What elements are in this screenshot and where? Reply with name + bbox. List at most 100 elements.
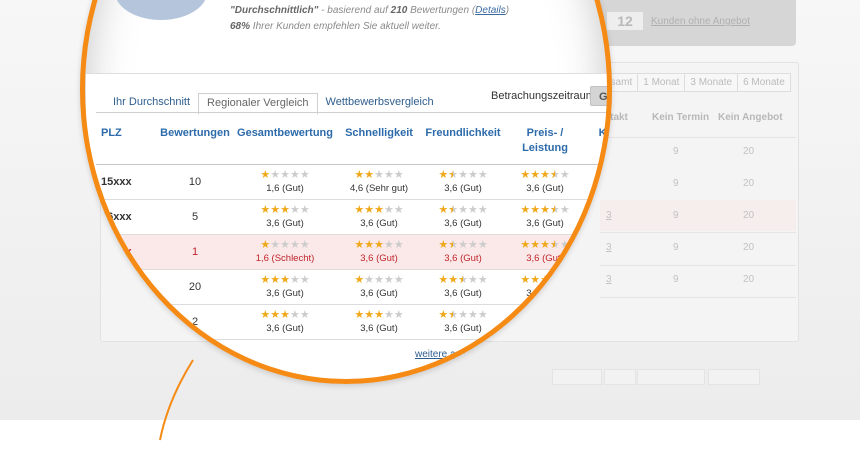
star-icon: ★ xyxy=(467,204,478,216)
star-icon: ★ xyxy=(559,169,570,181)
star-icon: ★ xyxy=(477,169,488,181)
tab-own-average[interactable]: Ihr Durchschnitt xyxy=(105,93,198,113)
rating-summary: "Durchschnittlich" - basierend auf 210 B… xyxy=(230,3,509,35)
period-select-total[interactable]: G xyxy=(590,86,612,106)
star-rating-icon: ★★★★★★ xyxy=(422,309,504,321)
no-contact-cell xyxy=(586,305,612,340)
friendliness-rating-cell: ★★★★★★ 3,6 (Gut) xyxy=(422,270,504,305)
star-icon: ★ xyxy=(364,204,375,216)
star-icon: ★ xyxy=(458,309,468,321)
star-icon: ★ xyxy=(438,239,449,251)
show-more-link[interactable]: weitere anzeigen xyxy=(415,349,491,360)
rating-text: 3,6 (Gut) xyxy=(360,323,398,334)
star-icon: ★ xyxy=(364,309,375,321)
star-icon: ★ xyxy=(354,309,365,321)
review-count-cell: 2 xyxy=(191,316,199,328)
star-icon: ★ xyxy=(540,169,550,181)
star-rating-icon: ★★★★★ xyxy=(234,204,336,216)
col-header-plz[interactable]: PLZ xyxy=(96,120,156,165)
star-icon: ★ xyxy=(467,239,478,251)
star-icon: ★ xyxy=(289,309,300,321)
details-link[interactable]: Details xyxy=(475,5,506,16)
star-icon: ★★ xyxy=(448,204,459,216)
rating-text: 3,6 (Gut) xyxy=(526,323,564,334)
rating-text: 3,6 (Gut) xyxy=(444,253,482,264)
star-icon: ★ xyxy=(364,274,375,286)
star-icon: ★ xyxy=(520,239,531,251)
star-icon: ★ xyxy=(477,274,488,286)
star-rating-icon: ★★★★★ xyxy=(336,204,422,216)
star-icon: ★ xyxy=(393,239,404,251)
no-contact-cell xyxy=(586,270,612,305)
rating-text: 3,6 (Gut) xyxy=(444,288,482,299)
star-icon: ★ xyxy=(270,274,281,286)
star-icon: ★ xyxy=(393,169,404,181)
star-icon: ★★ xyxy=(549,204,560,216)
star-icon: ★ xyxy=(374,204,384,216)
star-icon: ★ xyxy=(383,309,394,321)
col-header-overall[interactable]: Gesamtbewertung xyxy=(234,120,336,165)
rating-text: 1,6 (Gut) xyxy=(266,183,304,194)
star-icon: ★ xyxy=(530,204,541,216)
star-icon: ★ xyxy=(549,309,560,321)
speed-rating-cell: ★★★★★ 4,6 (Sehr gut) xyxy=(336,165,422,200)
col-header-speed[interactable]: Schnelligkeit xyxy=(336,120,422,165)
star-rating-icon: ★★★★★★ xyxy=(422,204,504,216)
overall-rating-cell: ★★★★★ 3,6 (Gut) xyxy=(234,270,336,305)
period-label: Betrachungszeitraum xyxy=(491,90,595,102)
star-icon: ★ xyxy=(393,309,404,321)
review-count-cell: 20 xyxy=(188,281,202,293)
star-icon: ★ xyxy=(393,274,404,286)
star-icon: ★ xyxy=(289,274,300,286)
rating-text: 3,6 (Gut) xyxy=(526,288,564,299)
rating-text: 1,6 (Schlecht) xyxy=(255,253,315,264)
review-count: 210 xyxy=(390,5,408,16)
rating-text: 3,6 (Gut) xyxy=(526,253,564,264)
star-icon: ★★ xyxy=(549,239,560,251)
col-header-price-performance[interactable]: Preis- / Leistung xyxy=(504,120,586,165)
star-icon: ★ xyxy=(477,239,488,251)
rating-label: "Durchschnittlich" xyxy=(230,5,319,16)
table-row: 15xxx 10 ★★★★★ 1,6 (Gut) ★★★★★ 4,6 (Sehr gut)… xyxy=(96,165,612,200)
plz-cell xyxy=(96,305,156,340)
star-icon: ★ xyxy=(559,204,570,216)
star-icon: ★ xyxy=(520,274,531,286)
col-header-friendliness[interactable]: Freundlichkeit xyxy=(422,120,504,165)
tab-competitor-comparison[interactable]: Wettbewerbsvergleich xyxy=(318,93,442,113)
rating-text: 3,6 (Gut) xyxy=(444,323,482,334)
star-icon: ★ xyxy=(467,169,478,181)
star-rating-icon: ★★★★★ xyxy=(234,169,336,181)
col-header-no-contact[interactable]: Kein K xyxy=(586,120,612,165)
review-count-cell: 5 xyxy=(191,211,199,223)
star-icon: ★ xyxy=(540,204,550,216)
star-icon: ★ xyxy=(530,309,541,321)
star-rating-icon: ★★★★★ xyxy=(234,239,336,251)
star-icon: ★ xyxy=(540,239,550,251)
price-performance-rating-cell: ★★★★★ 3,6 (Gut) xyxy=(504,305,586,340)
speed-rating-cell: ★★★★★ 3,6 (Gut) xyxy=(336,270,422,305)
star-icon: ★ xyxy=(354,239,365,251)
table-row: 2★★★★★3,6 (Gut)★★★★★3,6 (Gut)★★★★★★3,6 (… xyxy=(96,305,612,340)
recommend-text: Ihrer Kunden empfehlen Sie aktuell weite… xyxy=(250,21,441,32)
price-performance-rating-cell: ★★★★★★3,6 (Gut) xyxy=(504,165,586,200)
star-icon: ★ xyxy=(520,204,531,216)
no-contact-cell xyxy=(586,200,612,235)
star-icon: ★ xyxy=(280,169,290,181)
col-header-reviews[interactable]: Bewertungen xyxy=(156,120,234,165)
star-rating-icon: ★★★★★★ xyxy=(504,239,586,251)
star-icon: ★ xyxy=(299,169,310,181)
star-rating-icon: ★★★★★ xyxy=(336,274,422,286)
star-icon: ★ xyxy=(374,274,384,286)
rating-text: 4,6 (Sehr gut) xyxy=(349,183,409,194)
star-icon: ★ xyxy=(383,274,394,286)
star-icon: ★ xyxy=(270,204,281,216)
avatar xyxy=(115,0,207,20)
rating-text: 3,6 (Gut) xyxy=(526,183,564,194)
rating-text: 3,6 (Gut) xyxy=(444,183,482,194)
star-icon: ★ xyxy=(270,309,281,321)
star-rating-icon: ★★★★★★ xyxy=(422,274,504,286)
plz-cell: 17xxx xyxy=(101,246,132,258)
overall-rating-cell: ★★★★★ 3,6 (Gut) xyxy=(234,200,336,235)
friendliness-rating-cell: ★★★★★★3,6 (Gut) xyxy=(422,235,504,270)
star-icon: ★ xyxy=(540,274,550,286)
